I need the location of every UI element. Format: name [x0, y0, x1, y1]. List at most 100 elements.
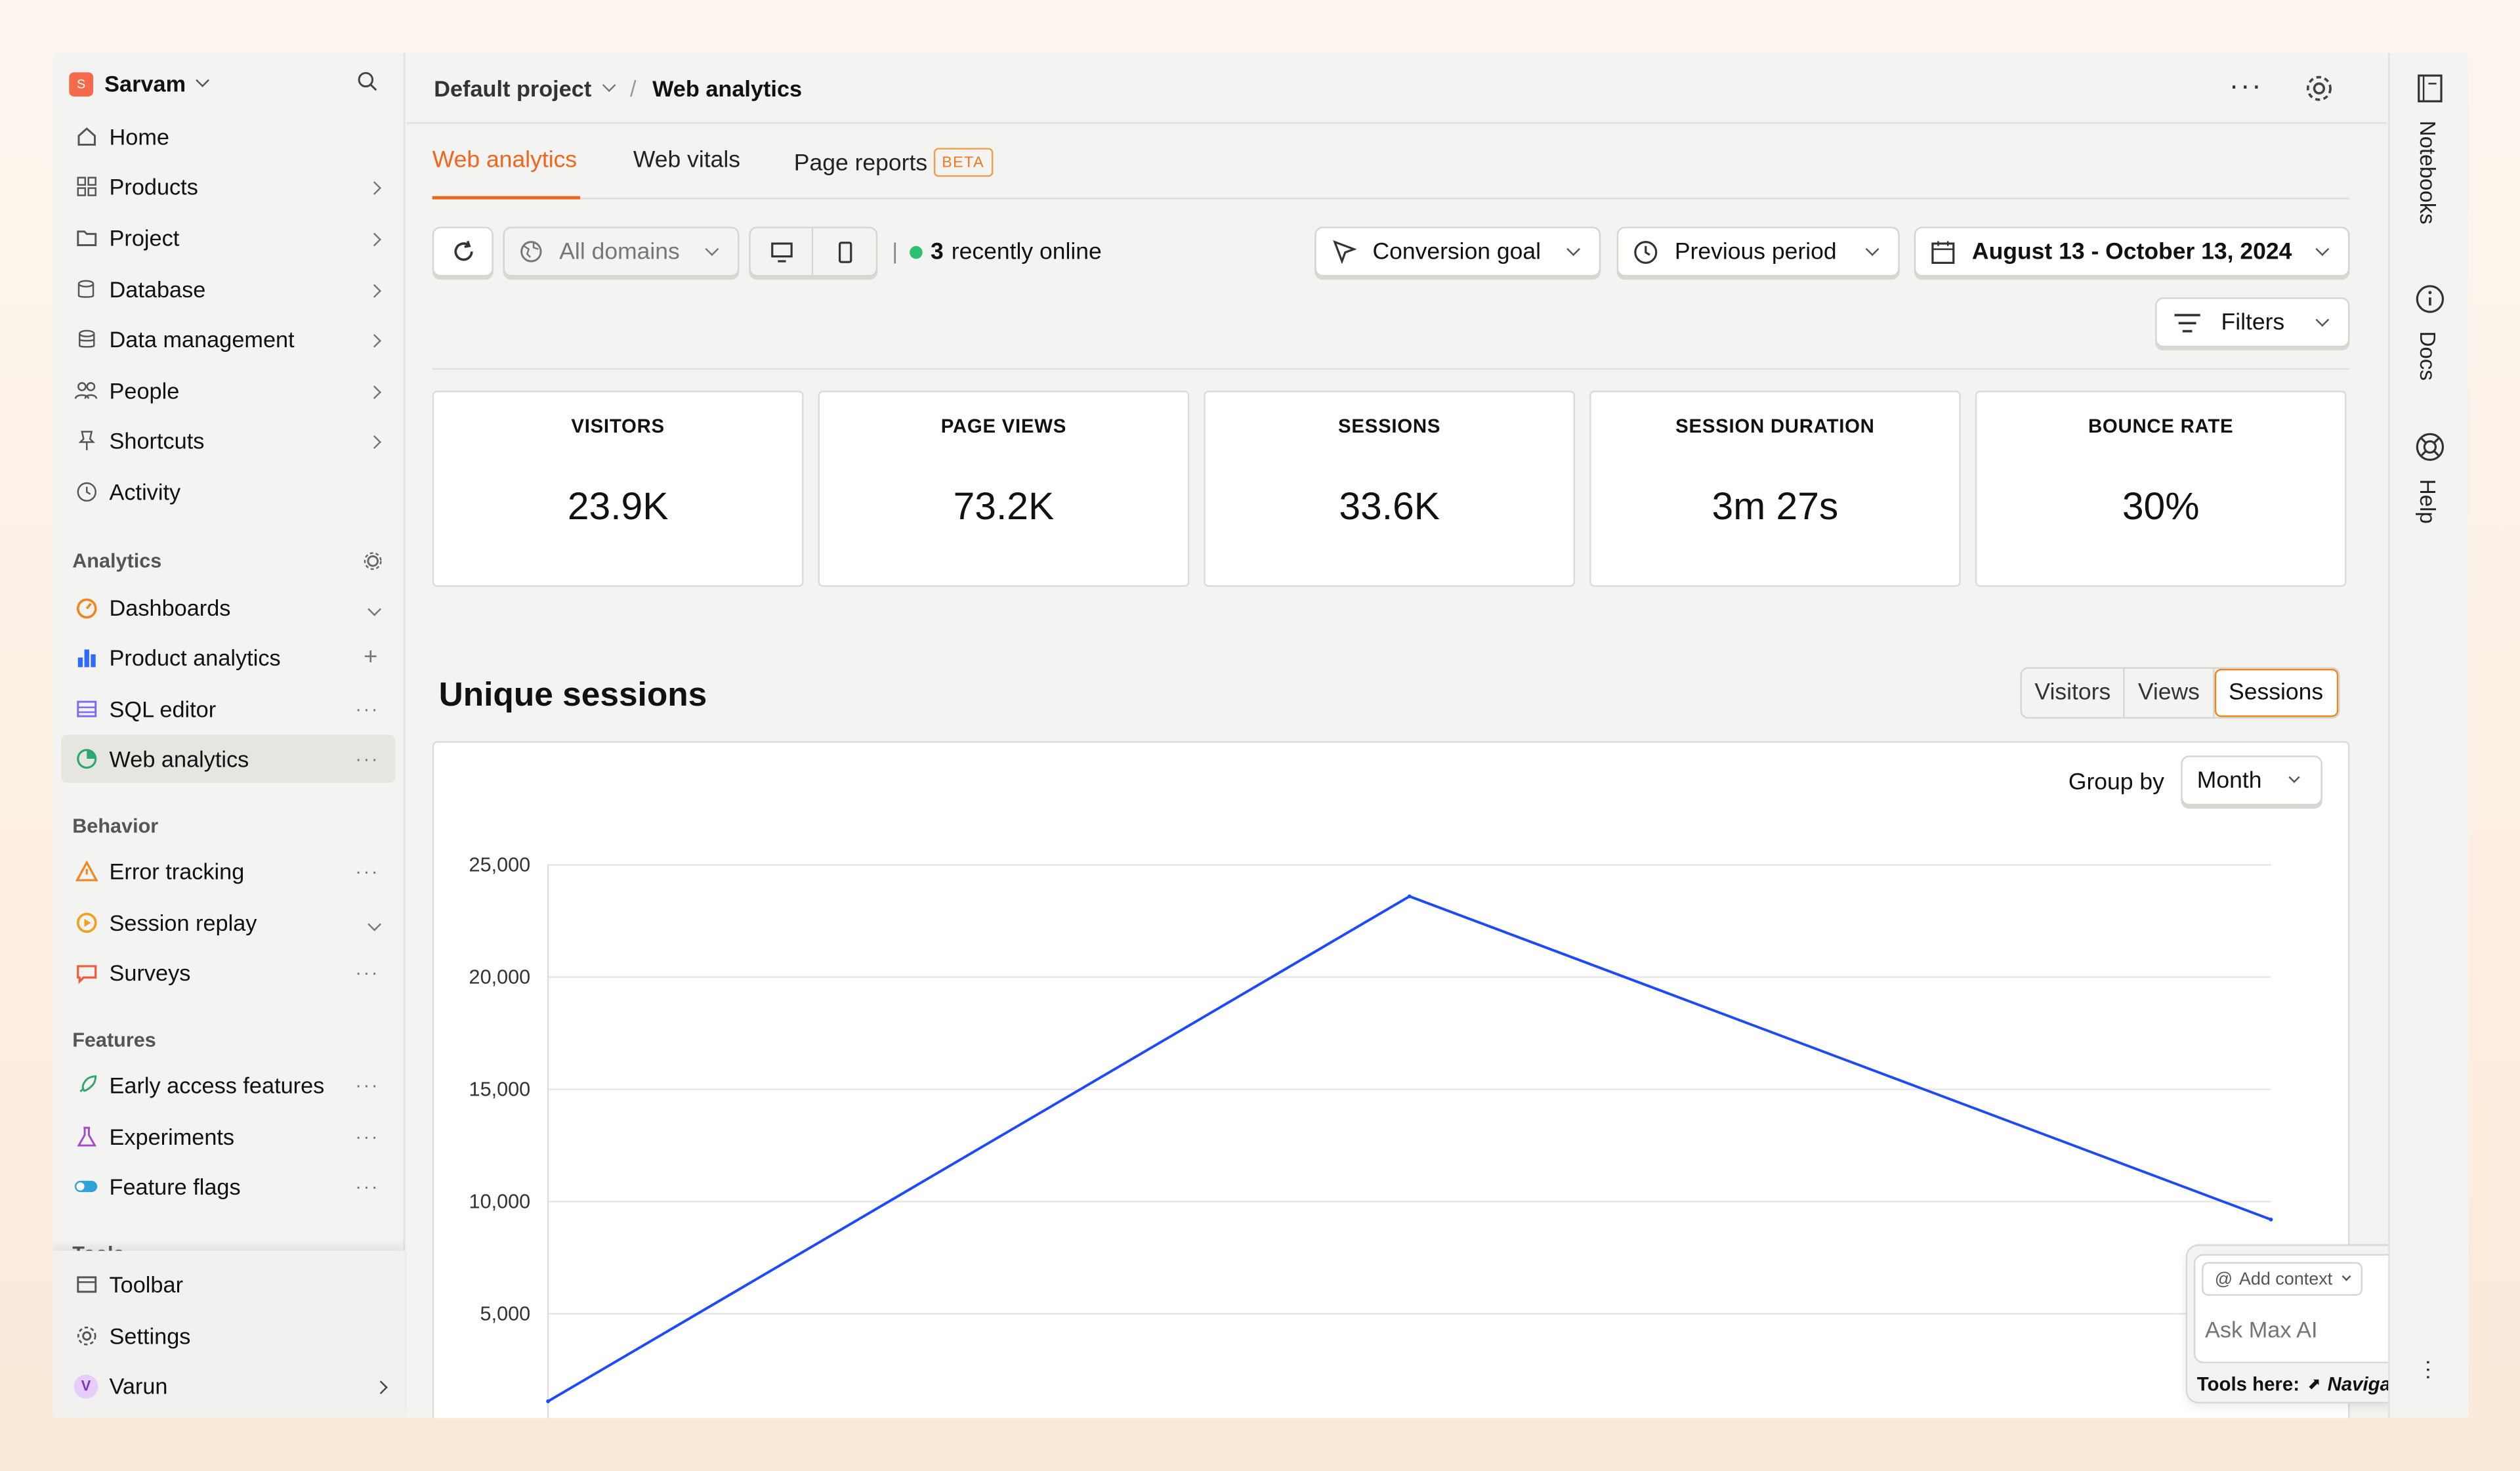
date-range-label: August 13 - October 13, 2024 [1971, 238, 2292, 265]
sidebar-item-data-management[interactable]: Data management [61, 315, 395, 363]
filter-icon [2174, 312, 2200, 332]
chevron-right-icon [368, 429, 382, 452]
sidebar-item-shortcuts[interactable]: Shortcuts [61, 416, 395, 464]
app-window: S Sarvam Home Products Project Database … [52, 53, 2469, 1418]
sidebar-item-surveys[interactable]: Surveys ··· [61, 949, 395, 996]
compare-period-select[interactable]: Previous period [1616, 226, 1900, 277]
avatar: V [74, 1373, 98, 1398]
play-circle-icon [74, 910, 98, 935]
beta-badge: BETA [933, 148, 993, 177]
tab-web-analytics[interactable]: Web analytics [432, 148, 577, 173]
people-icon [74, 379, 98, 403]
more-vertical-icon[interactable]: ··· [2417, 1359, 2443, 1381]
chevron-down-icon[interactable] [368, 912, 382, 934]
more-icon[interactable]: ··· [355, 698, 379, 720]
sidebar-item-people[interactable]: People [61, 366, 395, 414]
sidebar-item-home[interactable]: Home [61, 112, 395, 160]
chevron-down-icon [195, 74, 209, 87]
tab-page-reports[interactable]: Page reports BETA [794, 148, 993, 177]
more-icon[interactable]: ··· [355, 962, 379, 984]
sidebar-item-project[interactable]: Project [61, 214, 395, 262]
database-icon [74, 327, 98, 351]
metric-value: 33.6K [1339, 485, 1440, 529]
chevron-down-icon [602, 77, 616, 91]
chevron-right-icon [368, 278, 382, 301]
y-tick-label: 25,000 [469, 853, 531, 876]
section-title-behavior: Behavior [72, 815, 159, 838]
sidebar-item-label: Toolbar [109, 1271, 183, 1298]
org-switcher[interactable]: S Sarvam [68, 66, 397, 101]
more-icon[interactable]: ··· [355, 1074, 379, 1096]
mobile-icon [837, 241, 852, 263]
toggle-views[interactable]: Views [2125, 668, 2214, 717]
chevron-right-icon [368, 328, 382, 351]
metric-card-sessions[interactable]: SESSIONS 33.6K [1204, 391, 1576, 587]
refresh-button[interactable] [432, 226, 494, 277]
tab-web-vitals[interactable]: Web vitals [633, 148, 740, 173]
desktop-filter-button[interactable] [751, 228, 814, 275]
online-status-dot [910, 245, 923, 259]
metric-label: SESSION DURATION [1675, 414, 1875, 438]
sidebar-item-dashboards[interactable]: Dashboards [61, 584, 395, 631]
sidebar-item-error-tracking[interactable]: Error tracking ··· [61, 847, 395, 895]
filters-button[interactable]: Filters [2155, 297, 2350, 348]
topbar: Default project / Web analytics ··· [406, 53, 2387, 124]
gear-icon[interactable] [2305, 74, 2334, 103]
sidebar-item-settings[interactable]: Settings [61, 1312, 395, 1360]
sidebar-item-web-analytics[interactable]: Web analytics ··· [61, 735, 396, 783]
filters-label: Filters [2221, 309, 2285, 335]
add-context-button[interactable]: @ Add context [2202, 1262, 2363, 1296]
chart-card: Group by Month 5,000 10,000 15,000 20,000 25… [432, 741, 2350, 1418]
domains-select[interactable]: All domains [503, 226, 740, 277]
y-tick-label: 10,000 [469, 1190, 531, 1212]
gear-icon[interactable] [363, 551, 382, 570]
sidebar-item-label: Activity [109, 479, 181, 505]
sidebar-item-database[interactable]: Database [61, 265, 395, 313]
lifebuoy-icon [2416, 433, 2445, 461]
sidebar-item-early-access[interactable]: Early access features ··· [61, 1061, 395, 1109]
sidebar-item-products[interactable]: Products [61, 162, 395, 210]
clock-icon [74, 480, 98, 504]
sidebar-item-toolbar[interactable]: Toolbar [61, 1260, 395, 1308]
search-icon[interactable] [357, 71, 378, 92]
metric-card-page-views[interactable]: PAGE VIEWS 73.2K [818, 391, 1190, 587]
y-tick-label: 20,000 [469, 966, 531, 988]
sidebar-item-sql-editor[interactable]: SQL editor ··· [61, 685, 395, 733]
metric-label: BOUNCE RATE [2088, 414, 2234, 438]
sidebar-item-product-analytics[interactable]: Product analytics + [61, 633, 395, 681]
toggle-sessions[interactable]: Sessions [2214, 668, 2338, 717]
domains-label: All domains [559, 238, 680, 265]
data-point[interactable] [546, 1399, 551, 1403]
more-icon[interactable]: ··· [355, 1125, 379, 1147]
conversion-goal-label: Conversion goal [1372, 238, 1542, 265]
more-icon[interactable]: ··· [2229, 69, 2263, 102]
table-icon [74, 697, 98, 721]
sidebar-item-user[interactable]: V Varun [61, 1361, 395, 1409]
toggle-visitors[interactable]: Visitors [2022, 668, 2126, 717]
metric-card-visitors[interactable]: VISITORS 23.9K [432, 391, 804, 587]
date-range-select[interactable]: August 13 - October 13, 2024 [1914, 226, 2350, 277]
breadcrumb-project[interactable]: Default project [434, 75, 591, 100]
more-icon[interactable]: ··· [355, 860, 379, 882]
more-icon[interactable]: ··· [355, 1175, 379, 1197]
data-point[interactable] [2269, 1217, 2273, 1222]
sidebar-item-session-replay[interactable]: Session replay [61, 899, 395, 947]
sidebar-item-label: Feature flags [109, 1173, 241, 1200]
metric-card-session-duration[interactable]: SESSION DURATION 3m 27s [1589, 391, 1961, 587]
plus-icon[interactable]: + [364, 644, 379, 672]
metric-card-bounce-rate[interactable]: BOUNCE RATE 30% [1975, 391, 2347, 587]
metric-value: 23.9K [567, 485, 669, 529]
chevron-down-icon [2342, 1271, 2352, 1281]
chevron-down-icon[interactable] [368, 597, 382, 619]
mobile-filter-button[interactable] [813, 228, 875, 275]
data-point[interactable] [1407, 894, 1412, 899]
sidebar-item-experiments[interactable]: Experiments ··· [61, 1113, 395, 1161]
rocket-icon [74, 1073, 98, 1098]
conversion-goal-select[interactable]: Conversion goal [1314, 226, 1601, 277]
sidebar-item-label: Experiments [109, 1123, 235, 1150]
docs-label: Docs [2415, 331, 2440, 381]
sidebar-item-activity[interactable]: Activity [61, 468, 395, 516]
more-icon[interactable]: ··· [355, 748, 379, 770]
sidebar-item-feature-flags[interactable]: Feature flags ··· [61, 1162, 395, 1210]
series-line[interactable] [547, 895, 2272, 1403]
